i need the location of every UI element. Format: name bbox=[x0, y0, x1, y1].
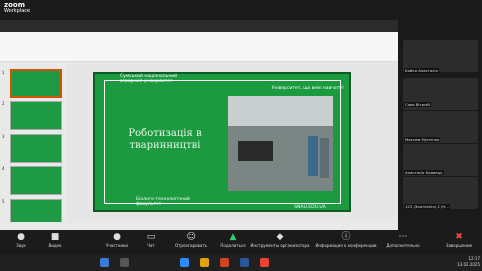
faculty-name: Біолого-технологічний факультет bbox=[136, 197, 190, 207]
chrome-icon[interactable] bbox=[260, 258, 269, 267]
clock-date: 13.02.2025 bbox=[457, 262, 480, 267]
chat-button[interactable]: ▭ Чат bbox=[132, 231, 170, 255]
end-button[interactable]: ✖ Завершение bbox=[440, 231, 478, 255]
ppt-ribbon[interactable] bbox=[0, 32, 398, 62]
start-icon[interactable] bbox=[100, 258, 109, 267]
word-icon[interactable] bbox=[240, 258, 249, 267]
slide-slogan: Університет, що вміє навчати! bbox=[271, 86, 344, 91]
powerpoint-icon[interactable] bbox=[220, 258, 229, 267]
zoom-top-bar bbox=[0, 0, 482, 20]
thumb-number: 2 bbox=[2, 101, 5, 106]
slide-thumbnail[interactable] bbox=[10, 166, 62, 195]
slide-thumbnail[interactable] bbox=[10, 69, 62, 98]
zoom-logo-subtext: Workplace bbox=[4, 8, 31, 14]
participant-name: Бойко Анастасія bbox=[404, 68, 439, 73]
audio-button[interactable]: ● Звук bbox=[2, 231, 40, 255]
more-icon: ⋯ bbox=[398, 232, 408, 242]
slide-title: Роботизація в тваринництві bbox=[128, 128, 202, 151]
participant-name: Сова Віталій bbox=[404, 102, 431, 107]
camera-icon: ■ bbox=[50, 232, 60, 242]
participant-name: Максим Мусієнко bbox=[404, 137, 441, 142]
ppt-title-bar bbox=[0, 20, 398, 32]
site-url: SNAU.EDU.UA bbox=[294, 205, 326, 210]
meeting-info-button[interactable]: ⓘ Информация о конференции bbox=[314, 231, 378, 255]
folder-icon[interactable] bbox=[200, 258, 209, 267]
system-clock[interactable]: 12:17 13.02.2025 bbox=[440, 256, 480, 268]
video-button[interactable]: ■ Видео bbox=[36, 231, 74, 255]
zoom-logo: zoom Workplace bbox=[4, 2, 42, 18]
chat-icon: ▭ bbox=[146, 232, 156, 242]
smile-icon: ☺ bbox=[186, 232, 196, 242]
participants-button[interactable]: ● Участники bbox=[98, 231, 136, 255]
participant-name: Анастасія Кравець bbox=[404, 170, 444, 175]
microphone-icon: ● bbox=[17, 232, 25, 242]
more-button[interactable]: ⋯ Дополнительно bbox=[384, 231, 422, 255]
thumb-number: 5 bbox=[2, 199, 5, 204]
thumb-number: 4 bbox=[2, 166, 5, 171]
end-call-icon: ✖ bbox=[455, 232, 463, 242]
share-button[interactable]: ▲ Поделиться bbox=[214, 231, 252, 255]
zoom-icon[interactable] bbox=[180, 258, 189, 267]
host-tools-button[interactable]: ◆ Инструменты организатора bbox=[250, 231, 310, 255]
thumb-number: 1 bbox=[2, 70, 5, 75]
ppt-status-bar bbox=[0, 222, 398, 230]
share-icon: ▲ bbox=[229, 232, 237, 242]
barn-photo-icon bbox=[228, 96, 333, 191]
thumb-number: 3 bbox=[2, 134, 5, 139]
slide-thumbnail[interactable] bbox=[10, 101, 62, 130]
shield-icon: ◆ bbox=[276, 232, 284, 242]
slide-thumbnail[interactable] bbox=[10, 134, 62, 163]
participants-icon: ● bbox=[113, 232, 121, 242]
slide-photo bbox=[228, 96, 333, 191]
search-icon[interactable] bbox=[120, 258, 129, 267]
participant-name: 123 (Зоотехнія) 2 (Н... bbox=[404, 204, 450, 209]
university-name: Сумський національний аграрний університ… bbox=[120, 74, 178, 84]
react-button[interactable]: ☺ Отреагировать bbox=[172, 231, 210, 255]
info-icon: ⓘ bbox=[341, 232, 351, 242]
